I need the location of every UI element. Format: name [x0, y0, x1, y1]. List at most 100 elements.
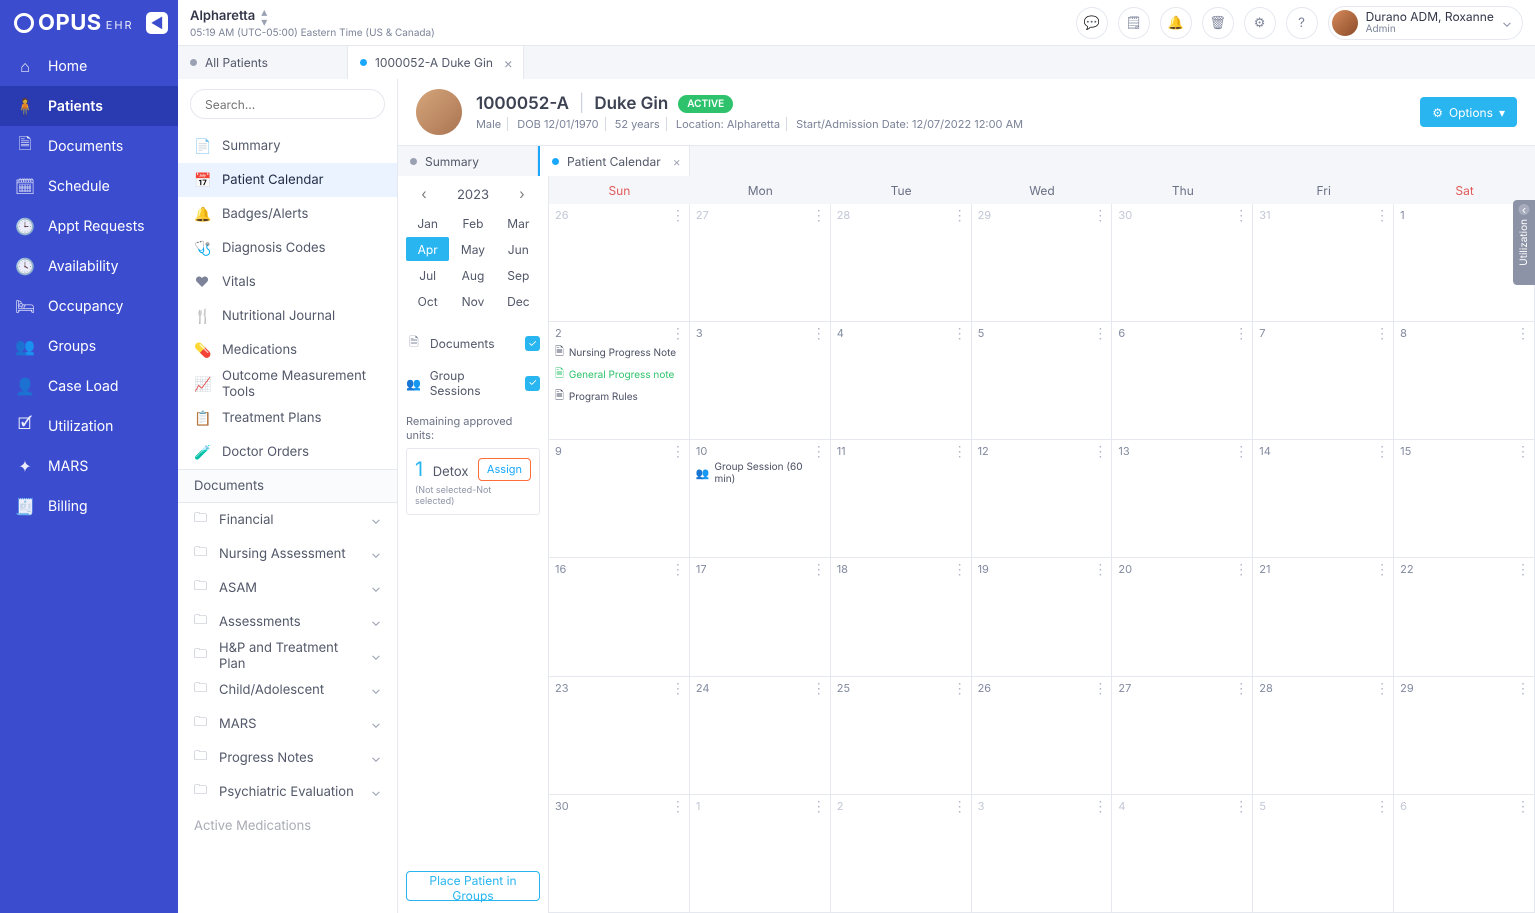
- month-dec[interactable]: Dec: [497, 289, 540, 313]
- bell-icon[interactable]: 🔔: [1160, 7, 1192, 39]
- cell-menu-icon[interactable]: ⋮: [1093, 207, 1106, 224]
- calendar-cell[interactable]: 30⋮: [549, 795, 690, 913]
- calendar-cell[interactable]: 13⋮: [1112, 440, 1253, 558]
- cell-menu-icon[interactable]: ⋮: [1093, 443, 1106, 460]
- calendar-cell[interactable]: 27⋮: [1112, 677, 1253, 795]
- patient-menu-summary[interactable]: 📄Summary: [178, 129, 397, 163]
- cell-menu-icon[interactable]: ⋮: [1093, 798, 1106, 815]
- calendar-cell[interactable]: 8⋮: [1394, 322, 1535, 440]
- cell-menu-icon[interactable]: ⋮: [1516, 561, 1529, 578]
- folder-h-p-and-treatment-plan[interactable]: 🗀H&P and Treatment Plan⌄: [178, 639, 397, 673]
- nav-item-groups[interactable]: 👥Groups: [0, 326, 178, 366]
- nav-collapse-button[interactable]: ◀: [146, 12, 168, 34]
- cell-menu-icon[interactable]: ⋮: [1375, 443, 1388, 460]
- patient-menu-badges-alerts[interactable]: 🔔Badges/Alerts: [178, 197, 397, 231]
- checkbox-icon[interactable]: ✓: [525, 336, 540, 351]
- calendar-cell[interactable]: 19⋮: [972, 558, 1113, 676]
- close-icon[interactable]: ×: [673, 154, 681, 169]
- calendar-cell[interactable]: 31⋮: [1253, 204, 1394, 322]
- cell-menu-icon[interactable]: ⋮: [1234, 680, 1247, 697]
- help-icon[interactable]: ?: [1286, 7, 1318, 39]
- calendar-cell[interactable]: 17⋮: [690, 558, 831, 676]
- nav-item-appt-requests[interactable]: 🕒Appt Requests: [0, 206, 178, 246]
- month-jun[interactable]: Jun: [497, 237, 540, 261]
- place-patient-button[interactable]: Place Patient in Groups: [406, 871, 540, 901]
- calendar-cell[interactable]: 20⋮: [1112, 558, 1253, 676]
- assign-button[interactable]: Assign: [478, 458, 531, 481]
- cell-menu-icon[interactable]: ⋮: [671, 561, 684, 578]
- cell-menu-icon[interactable]: ⋮: [953, 207, 966, 224]
- more-item[interactable]: Active Medications: [178, 809, 397, 843]
- month-apr[interactable]: Apr: [406, 237, 449, 261]
- cell-menu-icon[interactable]: ⋮: [953, 561, 966, 578]
- month-mar[interactable]: Mar: [497, 211, 540, 235]
- month-jan[interactable]: Jan: [406, 211, 449, 235]
- nav-item-home[interactable]: ⌂Home: [0, 46, 178, 86]
- patient-menu-medications[interactable]: 💊Medications: [178, 333, 397, 367]
- calendar-cell[interactable]: 16⋮: [549, 558, 690, 676]
- nav-item-patients[interactable]: 🧍Patients: [0, 86, 178, 126]
- cell-menu-icon[interactable]: ⋮: [953, 680, 966, 697]
- calendar-event[interactable]: 👥Group Session (60 min): [696, 461, 824, 485]
- month-jul[interactable]: Jul: [406, 263, 449, 287]
- calendar-cell[interactable]: 14⋮: [1253, 440, 1394, 558]
- search-input[interactable]: [190, 89, 385, 119]
- nav-item-documents[interactable]: 🗎Documents: [0, 126, 178, 166]
- month-feb[interactable]: Feb: [451, 211, 494, 235]
- calendar-cell[interactable]: 7⋮: [1253, 322, 1394, 440]
- month-aug[interactable]: Aug: [451, 263, 494, 287]
- calendar-cell[interactable]: 25⋮: [831, 677, 972, 795]
- calendar-cell[interactable]: 15⋮: [1394, 440, 1535, 558]
- calendar-cell[interactable]: 30⋮: [1112, 204, 1253, 322]
- cell-menu-icon[interactable]: ⋮: [1234, 561, 1247, 578]
- cell-menu-icon[interactable]: ⋮: [1375, 207, 1388, 224]
- cell-menu-icon[interactable]: ⋮: [671, 443, 684, 460]
- cell-menu-icon[interactable]: ⋮: [812, 798, 825, 815]
- calendar-event[interactable]: 🗎Nursing Progress Note: [555, 343, 683, 362]
- nav-item-schedule[interactable]: 🗓Schedule: [0, 166, 178, 206]
- month-may[interactable]: May: [451, 237, 494, 261]
- cell-menu-icon[interactable]: ⋮: [1234, 325, 1247, 342]
- folder-assessments[interactable]: 🗀Assessments⌄: [178, 605, 397, 639]
- filter-documents[interactable]: 🗎Documents✓: [406, 333, 540, 354]
- calendar-cell[interactable]: 9⋮: [549, 440, 690, 558]
- calendar-cell[interactable]: 22⋮: [1394, 558, 1535, 676]
- calendar-cell[interactable]: 1⋮: [690, 795, 831, 913]
- cell-menu-icon[interactable]: ⋮: [671, 798, 684, 815]
- cell-menu-icon[interactable]: ⋮: [1093, 561, 1106, 578]
- cell-menu-icon[interactable]: ⋮: [953, 798, 966, 815]
- patient-menu-vitals[interactable]: ❤Vitals: [178, 265, 397, 299]
- inner-tab[interactable]: Patient Calendar×: [538, 146, 690, 176]
- calendar-cell[interactable]: 4⋮: [831, 322, 972, 440]
- cell-menu-icon[interactable]: ⋮: [812, 561, 825, 578]
- calendar-cell[interactable]: 28⋮: [1253, 677, 1394, 795]
- cell-menu-icon[interactable]: ⋮: [812, 443, 825, 460]
- calendar-cell[interactable]: 2⋮: [831, 795, 972, 913]
- folder-financial[interactable]: 🗀Financial⌄: [178, 503, 397, 537]
- calendar-cell[interactable]: 26⋮: [972, 677, 1113, 795]
- calendar-cell[interactable]: 3⋮: [972, 795, 1113, 913]
- folder-progress-notes[interactable]: 🗀Progress Notes⌄: [178, 741, 397, 775]
- nav-item-occupancy[interactable]: 🛏Occupancy: [0, 286, 178, 326]
- cell-menu-icon[interactable]: ⋮: [1093, 325, 1106, 342]
- calendar-cell[interactable]: 2⋮🗎Nursing Progress Note🗎General Progres…: [549, 322, 690, 440]
- nav-item-billing[interactable]: 🧾Billing: [0, 486, 178, 526]
- cell-menu-icon[interactable]: ⋮: [671, 325, 684, 342]
- nav-item-mars[interactable]: ✦MARS: [0, 446, 178, 486]
- cell-menu-icon[interactable]: ⋮: [953, 325, 966, 342]
- patient-menu-nutritional-journal[interactable]: 🍴Nutritional Journal: [178, 299, 397, 333]
- cell-menu-icon[interactable]: ⋮: [1234, 207, 1247, 224]
- cell-menu-icon[interactable]: ⋮: [1516, 325, 1529, 342]
- calendar-event[interactable]: 🗎Program Rules: [555, 387, 683, 406]
- gear-icon[interactable]: ⚙: [1244, 7, 1276, 39]
- calendar-cell[interactable]: 24⋮: [690, 677, 831, 795]
- month-sep[interactable]: Sep: [497, 263, 540, 287]
- top-tab[interactable]: 1000052-A Duke Gin×: [348, 46, 524, 79]
- inner-tab[interactable]: Summary: [398, 146, 538, 176]
- close-icon[interactable]: ×: [504, 55, 513, 72]
- cell-menu-icon[interactable]: ⋮: [1516, 798, 1529, 815]
- nav-item-case-load[interactable]: 👤Case Load: [0, 366, 178, 406]
- cell-menu-icon[interactable]: ⋮: [812, 207, 825, 224]
- patient-menu-outcome-measurement-tools[interactable]: 📈Outcome Measurement Tools: [178, 367, 397, 401]
- note-icon[interactable]: 🗒: [1118, 7, 1150, 39]
